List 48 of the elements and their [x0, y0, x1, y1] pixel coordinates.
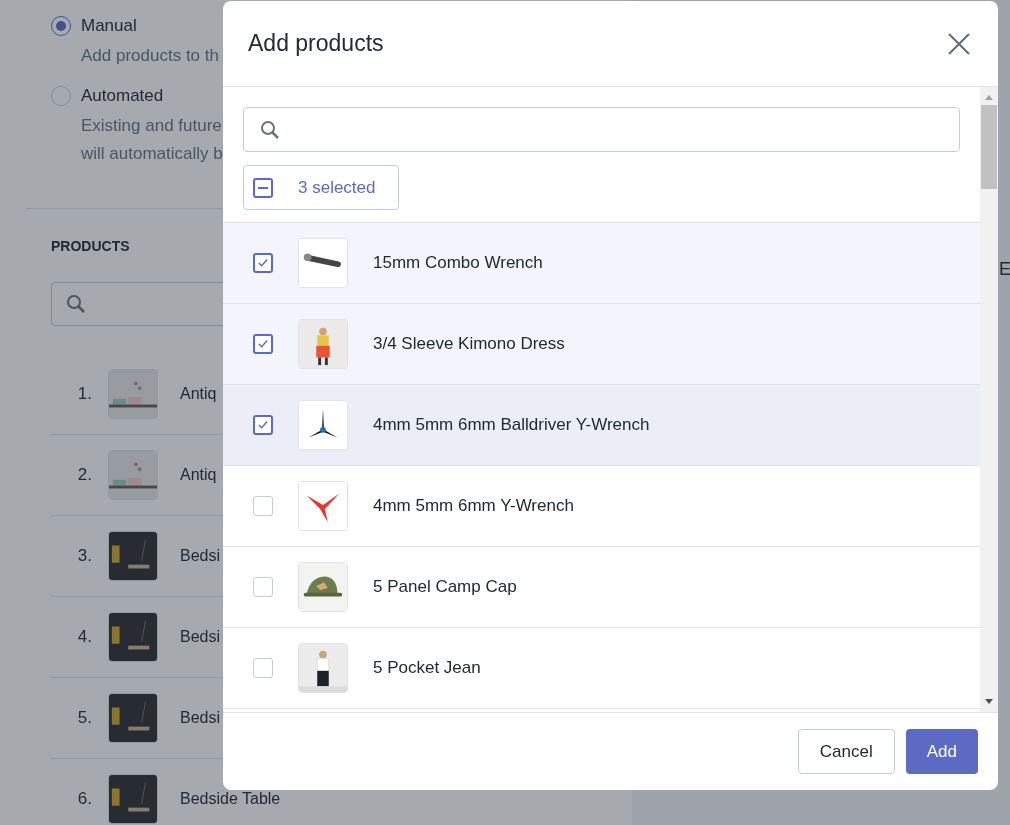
product-name: 4mm 5mm 6mm Y-Wrench [373, 495, 574, 518]
product-row[interactable]: 4mm 5mm 6mm Balldriver Y-Wrench [223, 385, 980, 466]
close-button[interactable] [946, 30, 972, 57]
close-icon [947, 31, 971, 56]
dialog-title: Add products [248, 29, 384, 59]
scrollbar-thumb[interactable] [981, 105, 997, 189]
product-name: 5 Panel Camp Cap [373, 576, 517, 599]
add-button[interactable]: Add [905, 729, 978, 774]
check-icon [256, 337, 270, 351]
radio-label: Automated [81, 85, 165, 107]
checkbox[interactable] [253, 253, 273, 273]
radio-description: Existing and future [81, 115, 223, 137]
product-name: 5 Pocket Jean [373, 657, 481, 680]
checkbox[interactable] [253, 334, 273, 354]
bulk-select-button[interactable]: 3 selected [243, 165, 399, 210]
product-name: Bedsi [180, 627, 221, 647]
product-name: 4mm 5mm 6mm Balldriver Y-Wrench [373, 414, 650, 437]
product-name: Bedsi [180, 708, 221, 728]
checkbox[interactable] [253, 415, 273, 435]
check-icon [256, 418, 270, 432]
product-name: Bedsi [180, 546, 221, 566]
radio-description: will automatically b [81, 143, 223, 165]
row-number: 2. [76, 464, 93, 487]
check-icon [256, 256, 270, 270]
product-row[interactable]: 3/4 Sleeve Kimono Dress [223, 304, 980, 385]
row-number: 1. [76, 383, 93, 406]
search-icon [66, 294, 86, 314]
product-row[interactable]: 15mm Combo Wrench [223, 223, 980, 304]
product-name: Bedside Table [180, 789, 281, 809]
product-name: Antiq [180, 384, 217, 404]
cancel-button[interactable]: Cancel [797, 729, 895, 774]
indeterminate-checkbox-icon [253, 177, 273, 198]
row-number: 3. [76, 545, 93, 568]
row-number: 6. [76, 788, 93, 811]
radio-label: Manual [81, 15, 138, 37]
section-heading: PRODUCTS [51, 237, 131, 255]
row-number: 4. [76, 626, 93, 649]
side-text: E [999, 259, 1010, 279]
scroll-up-icon [985, 95, 993, 100]
scroll-down-icon [985, 699, 993, 704]
product-name: Antiq [180, 465, 217, 485]
radio-description: Add products to th [81, 45, 219, 67]
product-name: 3/4 Sleeve Kimono Dress [373, 333, 565, 356]
search-icon [260, 119, 280, 140]
row-number: 5. [76, 707, 93, 730]
scrollbar[interactable] [980, 87, 998, 712]
product-name: 15mm Combo Wrench [373, 252, 543, 275]
search-field[interactable] [243, 107, 960, 152]
